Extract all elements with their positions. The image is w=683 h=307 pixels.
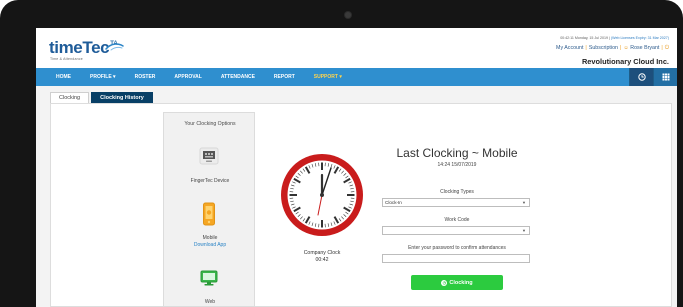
webcam-icon xyxy=(345,12,351,18)
grid-icon xyxy=(662,73,669,81)
password-label: Enter your password to confirm attendanc… xyxy=(408,245,506,251)
nav-report[interactable]: REPORT xyxy=(274,74,295,80)
fingertec-device-label[interactable]: FingerTec Device xyxy=(164,178,256,184)
clocking-options-panel: Your Clocking Options FingerTec Device M… xyxy=(163,112,255,307)
clocking-form: Last Clocking ~ Mobile 14:24 15/07/2019 … xyxy=(382,146,532,290)
work-code-select[interactable]: ▼ xyxy=(382,226,530,235)
account-links: My Account | Subscription | ☺ Rose Bryant | ⏻ xyxy=(556,45,669,52)
fingertec-device-icon[interactable] xyxy=(196,143,222,169)
clocking-type-value: Clock-In xyxy=(385,200,402,205)
power-icon[interactable]: ⏻ xyxy=(665,45,669,51)
web-clocking-icon[interactable] xyxy=(196,265,222,291)
header-account-area: 00:42:11 Monday, 15 Jul 2019 | (Web Lice… xyxy=(556,36,669,66)
nav-menu: HOME PROFILE ▾ ROSTER APPROVAL ATTENDANC… xyxy=(56,68,342,86)
nav-support[interactable]: SUPPORT ▾ xyxy=(314,74,342,80)
clocking-options-title: Your Clocking Options xyxy=(184,121,236,127)
password-input[interactable] xyxy=(382,254,530,263)
company-name: Revolutionary Cloud Inc. xyxy=(581,57,669,66)
nav-roster[interactable]: ROSTER xyxy=(135,74,156,80)
license-status: 00:42:11 Monday, 15 Jul 2019 | (Web Lice… xyxy=(556,36,669,40)
company-clock-label: Company Clock 00:42 xyxy=(288,250,356,264)
main-navbar: HOME PROFILE ▾ ROSTER APPROVAL ATTENDANC… xyxy=(36,68,677,86)
analog-clock xyxy=(279,152,365,238)
license-expiry[interactable]: (Web Licenses Expiry: 31 Mar 2027) xyxy=(611,36,669,40)
last-clocking-title: Last Clocking ~ Mobile xyxy=(396,146,518,160)
work-code-label: Work Code xyxy=(444,217,470,223)
tab-strip: Clocking Clocking History xyxy=(50,92,153,103)
app-header: timeTec TA Time & Attendance 00:42:11 Mo… xyxy=(36,28,677,68)
company-clock-time: 00:42 xyxy=(315,257,329,263)
clocking-button[interactable]: ◷ Clocking xyxy=(411,275,503,290)
logo-tagline: Time & Attendance xyxy=(50,57,83,61)
clocking-types-label: Clocking Types xyxy=(440,189,474,195)
mobile-option-label[interactable]: Mobile xyxy=(164,235,256,241)
tab-clocking[interactable]: Clocking xyxy=(50,92,90,103)
logo-swoosh-icon xyxy=(105,43,124,51)
company-clock-caption: Company Clock xyxy=(303,250,341,256)
web-option-label[interactable]: Web xyxy=(164,299,256,305)
mobile-app-icon[interactable] xyxy=(196,201,222,227)
nav-attendance[interactable]: ATTENDANCE xyxy=(221,74,255,80)
app-screen: timeTec TA Time & Attendance 00:42:11 Mo… xyxy=(36,28,677,307)
download-app-link[interactable]: Download App xyxy=(164,242,256,248)
clocking-button-label: Clocking xyxy=(449,279,473,286)
last-clocking-time: 14:24 15/07/2019 xyxy=(437,162,477,168)
nav-tools xyxy=(629,68,677,86)
apps-button[interactable] xyxy=(653,68,677,86)
timetec-logo[interactable]: timeTec TA xyxy=(49,38,124,57)
logo-text: timeTec xyxy=(49,38,110,57)
clock-icon xyxy=(637,73,646,81)
server-time: 00:42:11 Monday, 15 Jul 2019 | xyxy=(560,36,611,40)
tab-clocking-history[interactable]: Clocking History xyxy=(91,92,153,103)
user-name-link[interactable]: Rose Bryant xyxy=(630,45,659,51)
clock-icon: ◷ xyxy=(441,279,448,286)
subscription-link[interactable]: Subscription xyxy=(589,45,618,51)
clocking-types-select[interactable]: Clock-In ▼ xyxy=(382,198,530,207)
chevron-down-icon: ▼ xyxy=(522,200,526,205)
nav-profile[interactable]: PROFILE ▾ xyxy=(90,74,116,80)
clock-button[interactable] xyxy=(629,68,653,86)
nav-home[interactable]: HOME xyxy=(56,74,71,80)
chevron-down-icon: ▼ xyxy=(522,228,526,233)
nav-approval[interactable]: APPROVAL xyxy=(174,74,201,80)
device-frame: timeTec TA Time & Attendance 00:42:11 Mo… xyxy=(0,0,683,307)
my-account-link[interactable]: My Account xyxy=(556,45,583,51)
